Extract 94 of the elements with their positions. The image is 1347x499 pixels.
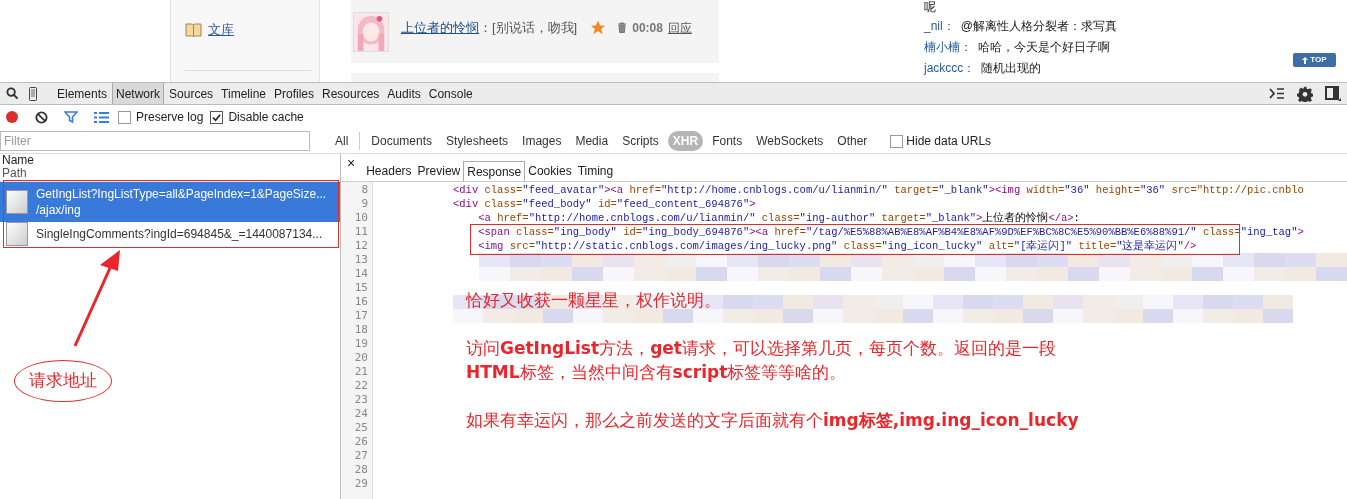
devtools-tab[interactable]: Sources [166,83,217,104]
post-time: 00:08 [632,19,663,37]
devtools-tab[interactable]: Resources [319,83,383,104]
line-number: 29 [354,477,368,491]
devtools-tab[interactable]: Console [425,83,476,104]
request-name: GetIngList?IngListType=all&PageIndex=1&PageSize... [36,186,327,202]
line-number: 9 [361,197,368,211]
devtools-tab[interactable]: Profiles [271,83,317,104]
checkbox[interactable] [890,134,904,148]
back-to-top-button[interactable]: TOP [1293,53,1336,67]
filter-icon[interactable] [64,111,78,123]
comment-user[interactable]: _nil： [924,16,955,37]
column-subheader: Path [2,167,28,180]
annotation-text: 访问GetIngList方法，get请求，可以选择第几页，每页个数。返回的是一段 HTML标签，当然中间含有script标签等等啥的。 [466,337,1057,384]
line-number: 22 [354,379,368,393]
search-icon[interactable] [6,87,19,100]
devtools-tab[interactable]: Audits [384,83,424,104]
filter-field[interactable]: Filter [0,131,310,151]
type-filter[interactable]: WebSockets [751,131,829,151]
detail-tab[interactable]: Preview [414,161,464,181]
line-number: 13 [354,253,368,267]
type-filter[interactable]: Media [570,131,614,151]
code-line: <div class="feed_body" id="feed_content_694876"> [453,197,756,211]
sidebar-link[interactable]: 文库 [208,20,234,40]
close-button[interactable]: × [347,156,356,170]
comment-text: 哈哈，今天是个好日子啊 [978,39,1110,56]
request-row[interactable]: GetIngList?IngListType=all&PageIndex=1&PageSize... /ajax/ing [0,182,340,222]
line-number: 24 [354,407,368,421]
request-path: /ajax/ing [36,202,82,218]
file-icon [6,190,28,214]
list-icon[interactable] [94,111,109,123]
console-drawer-icon[interactable] [1269,87,1285,100]
clear-icon[interactable] [35,110,48,124]
type-filter[interactable]: Other [832,131,873,151]
phone-icon[interactable] [29,86,37,101]
book-icon [185,22,202,38]
column-header[interactable]: Name [2,154,340,167]
checkbox-label: Preserve log [136,109,204,126]
dock-icon[interactable] [1325,86,1341,101]
checkbox-label: Disable cache [228,109,304,126]
comment-text: @解离性人格分裂者：求写真 [960,18,1117,35]
callout-text: 请求地址 [29,369,97,393]
author-link[interactable]: 上位者的怜悯 [401,18,479,38]
code-line: <img src="http://static.cnblogs.com/images/ing_lucky.png" class="ing_icon_lucky" alt="[幸运闪]" title="这是幸运闪"/> [477,239,1197,253]
line-number: 23 [354,393,368,407]
devtools-tab[interactable]: Timeline [218,83,269,104]
type-filter[interactable]: Documents [366,131,438,151]
line-number: 21 [354,365,368,379]
detail-tab[interactable]: Cookies [525,161,575,181]
comment-text: 随机出现的 [981,60,1042,77]
type-filter[interactable]: Images [517,131,567,151]
code-line: <div class="feed_avatar"><a href="http://home.cnblogs.com/u/lianmin/" target="_blank"><img width="36" height="36" src="http://pic.cnblo [453,183,1304,197]
line-number: 8 [361,183,368,197]
checkbox-label: Hide data URLs [906,133,992,150]
file-icon [6,222,28,246]
line-number: 20 [354,351,368,365]
line-number: 18 [354,323,368,337]
annotation-text: 恰好又收获一颗星星，权作说明。 [466,289,722,312]
line-number: 25 [354,421,368,435]
line-number: 15 [354,281,368,295]
detail-tab[interactable]: Headers [363,161,415,181]
line-number: 16 [354,295,368,309]
type-filter[interactable]: Fonts [707,131,748,151]
devtools-tab[interactable]: Network [112,83,165,104]
checkbox[interactable] [210,110,224,124]
record-icon[interactable] [5,110,19,124]
detail-tab[interactable]: Response [463,161,526,181]
line-number: 27 [354,449,368,463]
type-filter[interactable]: Scripts [617,131,664,151]
type-filter[interactable]: Stylesheets [441,131,514,151]
trash-icon[interactable] [617,22,628,34]
reply-link[interactable]: 回应 [667,18,692,37]
line-number: 19 [354,337,368,351]
checkbox[interactable] [118,110,131,124]
comment-text: 呢 [924,0,936,16]
arrow-up-icon [1302,56,1309,64]
settings-icon[interactable] [1297,85,1313,102]
comment-user[interactable]: 楠小楠： [924,37,972,58]
annotation-text: 如果有幸运闪，那么之前发送的文字后面就有个img标签,img.ing_icon_lucky [466,409,1079,432]
request-row[interactable]: SingleIngComments?ingId=694845&_=1440087134... [0,222,340,246]
devtools-tab[interactable]: Elements [54,83,111,104]
request-name: SingleIngComments?ingId=694845&_=1440087134... [36,226,323,242]
type-filter[interactable]: All [330,131,354,151]
line-number: 10 [354,211,368,225]
code-line: <a href="http://home.cnblogs.com/u/lianmin/" class="ing-author" target="_blank">上位者的怜悯</a>: [477,211,1080,225]
line-number: 14 [354,267,368,281]
line-number: 26 [354,435,368,449]
line-number: 28 [354,463,368,477]
detail-tab[interactable]: Timing [574,161,617,181]
comment-user[interactable]: jackccc： [924,58,976,79]
line-number: 12 [354,239,368,253]
line-number: 11 [354,225,368,239]
post-text: ：[别说话，吻我] [479,19,578,37]
line-number: 17 [354,309,368,323]
